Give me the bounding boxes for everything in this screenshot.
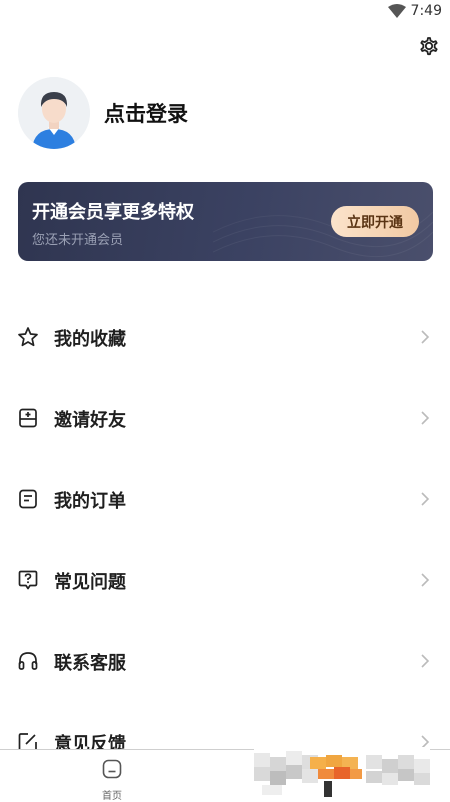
chevron-right-icon (421, 573, 430, 587)
chevron-right-icon (421, 492, 430, 506)
menu-item-invite[interactable]: 邀请好友 (0, 378, 450, 459)
status-time: 7:49 (410, 3, 442, 19)
login-label[interactable]: 点击登录 (104, 98, 188, 128)
tab-home[interactable]: 首页 (92, 756, 132, 802)
menu-item-favorites[interactable]: 我的收藏 (0, 297, 450, 378)
vip-banner[interactable]: 开通会员享更多特权 您还未开通会员 立即开通 (18, 182, 433, 261)
menu-item-label: 邀请好友 (54, 410, 126, 431)
gear-icon (420, 37, 438, 56)
pixelated-overlay (254, 747, 430, 800)
vip-subtitle: 您还未开通会员 (32, 233, 124, 248)
chevron-right-icon (421, 330, 430, 344)
activate-vip-button[interactable]: 立即开通 (331, 206, 419, 237)
home-icon (102, 759, 122, 779)
avatar[interactable] (18, 77, 90, 149)
menu-item-orders[interactable]: 我的订单 (0, 459, 450, 540)
profile-header[interactable]: 点击登录 (18, 77, 188, 149)
menu-item-support[interactable]: 联系客服 (0, 621, 450, 702)
menu-item-label: 联系客服 (54, 653, 126, 674)
headset-icon (18, 652, 38, 670)
invite-icon (19, 408, 37, 428)
status-bar: 7:49 (0, 0, 450, 24)
vip-title: 开通会员享更多特权 (32, 202, 194, 223)
menu-item-faq[interactable]: 常见问题 (0, 540, 450, 621)
default-avatar-icon (18, 77, 90, 149)
question-icon (18, 570, 38, 590)
menu-item-label: 常见问题 (54, 572, 126, 593)
star-icon (18, 327, 38, 347)
menu-item-label: 我的收藏 (54, 329, 126, 350)
wifi-icon (388, 4, 406, 18)
chevron-right-icon (421, 654, 430, 668)
menu-item-label: 我的订单 (54, 491, 126, 512)
chevron-right-icon (421, 411, 430, 425)
menu-list: 我的收藏 邀请好友 我的订单 常见问题 联系客服 意见反馈 (0, 297, 450, 783)
settings-button[interactable] (417, 34, 441, 58)
order-icon (19, 489, 37, 509)
